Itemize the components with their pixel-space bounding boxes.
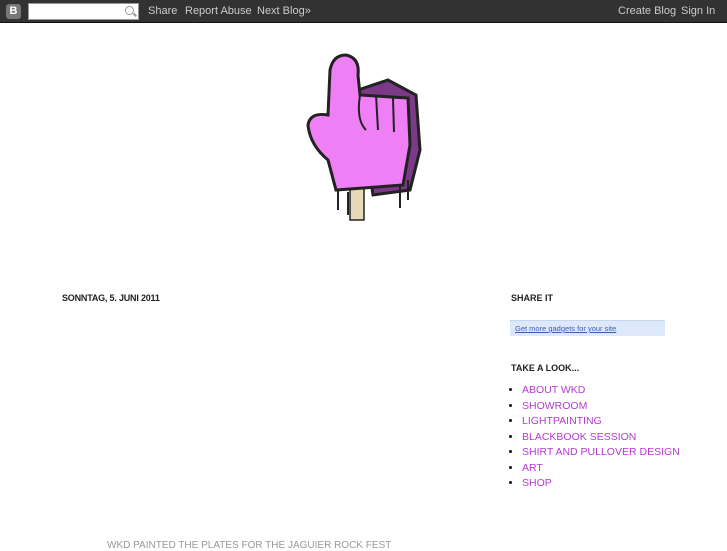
link-lightpainting[interactable]: LIGHTPAINTING bbox=[522, 415, 602, 427]
link-showroom[interactable]: SHOWROOM bbox=[522, 400, 587, 412]
list-item[interactable]: ART bbox=[522, 462, 680, 478]
link-shirt-pullover-design[interactable]: SHIRT AND PULLOVER DESIGN bbox=[522, 446, 680, 458]
foam-finger-logo[interactable] bbox=[288, 50, 428, 225]
share-link[interactable]: Share bbox=[148, 5, 177, 17]
list-item[interactable]: LIGHTPAINTING bbox=[522, 415, 680, 431]
list-item[interactable]: SHOWROOM bbox=[522, 400, 680, 416]
next-blog-link[interactable]: Next Blog» bbox=[257, 5, 311, 17]
take-a-look-heading: TAKE A LOOK... bbox=[511, 363, 580, 373]
page-links-list: ABOUT WKD SHOWROOM LIGHTPAINTING BLACKBO… bbox=[522, 384, 680, 493]
sign-in-link[interactable]: Sign In bbox=[681, 5, 715, 17]
link-blackbook-session[interactable]: BLACKBOOK SESSION bbox=[522, 431, 636, 443]
list-item[interactable]: SHOP bbox=[522, 477, 680, 493]
blogger-logo-icon[interactable]: B bbox=[6, 4, 21, 19]
report-abuse-link[interactable]: Report Abuse bbox=[185, 5, 252, 17]
link-about-wkd[interactable]: ABOUT WKD bbox=[522, 384, 585, 396]
share-it-heading: SHARE IT bbox=[511, 293, 554, 303]
search-input[interactable] bbox=[28, 3, 139, 20]
list-item[interactable]: ABOUT WKD bbox=[522, 384, 680, 400]
get-more-gadgets-link[interactable]: Get more gadgets for your site bbox=[515, 324, 616, 333]
link-shop[interactable]: SHOP bbox=[522, 477, 552, 489]
gadgets-box: Get more gadgets for your site bbox=[510, 320, 665, 336]
post-title[interactable]: WKD PAINTED THE PLATES FOR THE JAGUIER R… bbox=[107, 540, 391, 551]
search-icon[interactable] bbox=[125, 6, 134, 15]
list-item[interactable]: SHIRT AND PULLOVER DESIGN bbox=[522, 446, 680, 462]
post-date: SONNTAG, 5. JUNI 2011 bbox=[62, 293, 160, 303]
link-art[interactable]: ART bbox=[522, 462, 543, 474]
create-blog-link[interactable]: Create Blog bbox=[618, 5, 676, 17]
list-item[interactable]: BLACKBOOK SESSION bbox=[522, 431, 680, 447]
blogger-navbar: B Share Report Abuse Next Blog» Create B… bbox=[0, 0, 727, 23]
